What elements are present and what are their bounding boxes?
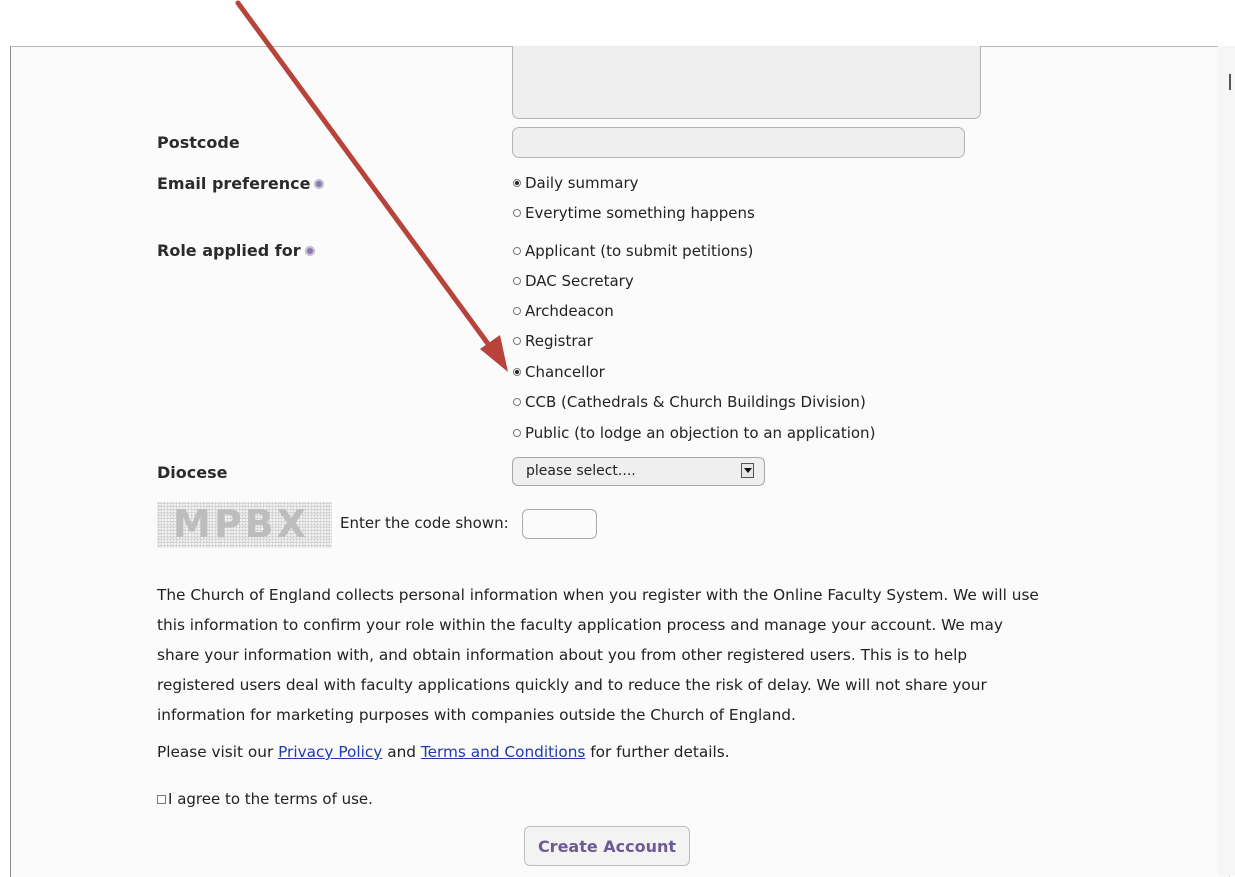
annotation-arrow-icon [235, 0, 508, 372]
